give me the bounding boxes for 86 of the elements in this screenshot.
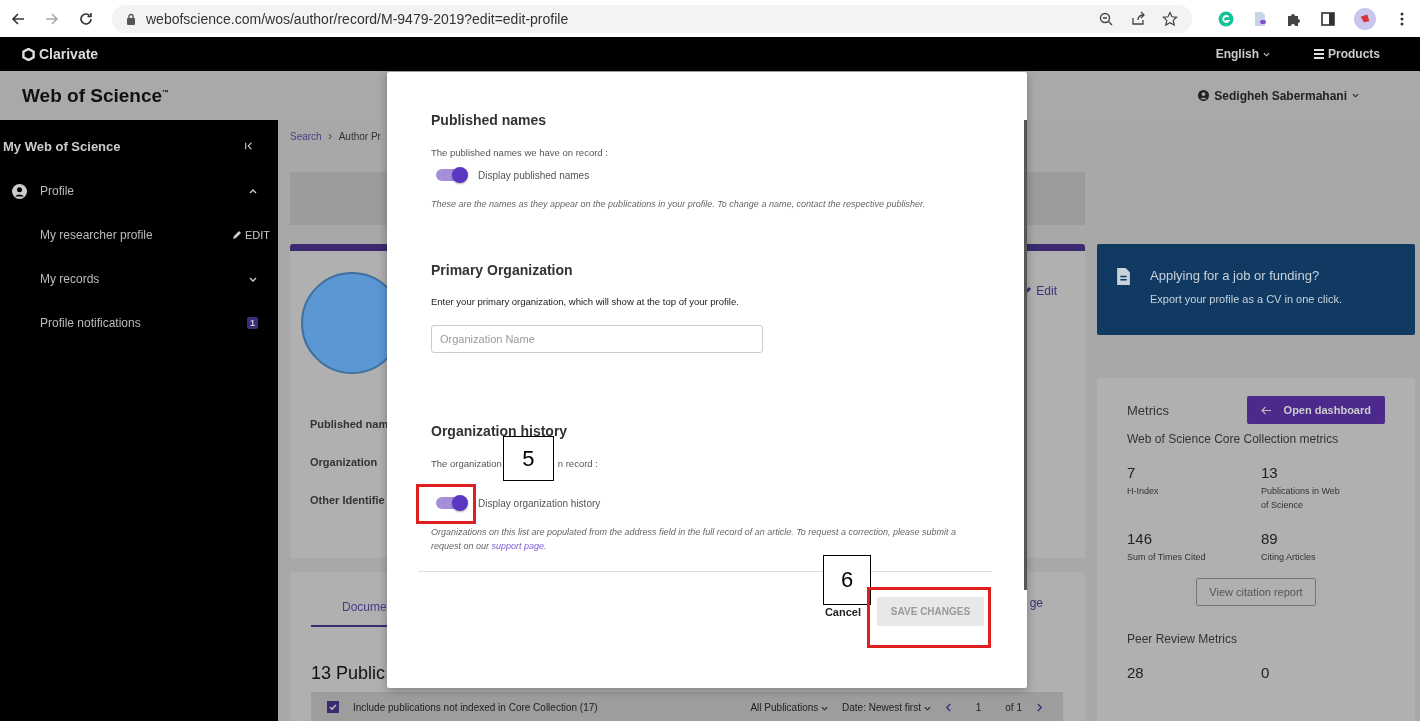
lock-icon xyxy=(126,12,136,25)
metrics-subtitle: Web of Science Core Collection metrics xyxy=(1127,432,1340,446)
edit-link[interactable]: EDIT xyxy=(231,229,270,241)
include-checkbox[interactable] xyxy=(327,701,339,713)
toggle-label: Display published names xyxy=(478,169,590,181)
section-heading: Organization history xyxy=(431,423,569,439)
chevron-icon xyxy=(327,132,333,140)
count-badge: 1 xyxy=(247,317,258,329)
metrics-title: Metrics xyxy=(1127,402,1169,418)
share-icon[interactable] xyxy=(1130,10,1146,27)
help-note: Organizations on this list are populated from the address field in the full record of an article. To request a correction, please submit a request on our support page. xyxy=(431,526,957,554)
peer-review-title: Peer Review Metrics xyxy=(1127,632,1239,646)
publications-heading: 13 Public xyxy=(311,663,387,684)
previous-page-icon[interactable] xyxy=(944,702,952,712)
profile-field-label: Other Identifie xyxy=(310,493,386,508)
metric-label: H-Index xyxy=(1127,485,1160,498)
caret-icon xyxy=(1352,93,1359,98)
pencil-icon xyxy=(231,230,242,240)
cancel-button[interactable]: Cancel xyxy=(818,605,867,619)
caret-icon xyxy=(923,705,931,711)
metric-value: 28 xyxy=(1127,664,1145,681)
organization-field[interactable]: Organization Name xyxy=(431,325,763,353)
caret-icon xyxy=(821,705,829,711)
toggle-label: Display organization history xyxy=(478,498,601,509)
user-icon xyxy=(1198,90,1210,101)
sidebar-title: My Web of Science xyxy=(3,138,121,154)
metric-value: 146 xyxy=(1127,530,1154,547)
include-label: Include publications not indexed in Core Collection (17) xyxy=(353,701,598,713)
cv-text: Export your profile as a CV in one click. xyxy=(1150,293,1342,305)
reload-icon[interactable] xyxy=(78,10,94,27)
metric-label: Sum of Times Cited xyxy=(1127,551,1207,564)
intro-text: The organization xyxy=(431,458,502,469)
page-count: of 1 xyxy=(1005,701,1022,713)
logo-icon xyxy=(22,47,35,61)
product-title[interactable]: Web of Science$^{™}$ xyxy=(22,84,170,107)
open-dashboard-button[interactable]: Open dashboard xyxy=(1246,396,1385,424)
star-icon[interactable] xyxy=(1162,10,1178,27)
breadcrumb-link[interactable]: Search xyxy=(290,130,322,142)
metric-label: Citing Articles xyxy=(1261,551,1317,564)
profile-field-label: Organization xyxy=(310,455,379,470)
sidebar-item[interactable]: My records xyxy=(40,272,248,286)
section-heading: Primary Organization xyxy=(431,262,574,278)
sidebar-item[interactable]: My researcher profile xyxy=(40,228,232,242)
sort-dropdown[interactable]: Date: Newest first xyxy=(842,701,931,713)
page-number[interactable]: 1 xyxy=(975,701,982,713)
caret-icon xyxy=(1263,51,1270,57)
back-icon[interactable] xyxy=(10,10,26,27)
menu-icon xyxy=(1314,49,1324,59)
intro-text: n record : xyxy=(557,458,598,469)
callout-number: 6 xyxy=(823,555,871,606)
metric-value: 7 xyxy=(1127,464,1137,481)
metric-label: Publications in Web of Science xyxy=(1261,485,1341,512)
avatar-icon[interactable] xyxy=(1354,7,1376,30)
cv-banner[interactable]: Applying for a job or funding? Export your profile as a CV in one click. xyxy=(1097,244,1415,335)
intro-text: Enter your primary organization, which will show at the top of your profile. xyxy=(431,296,739,307)
address-bar[interactable]: webofscience.com/wos/author/record/M-9479-2019?edit=edit-profile xyxy=(112,4,1192,33)
document-icon xyxy=(1117,268,1130,285)
arrow-icon xyxy=(1260,405,1272,415)
next-page-icon[interactable] xyxy=(1036,702,1043,712)
side-panel-icon[interactable] xyxy=(1320,10,1336,27)
zoom-out-icon[interactable] xyxy=(1098,10,1114,27)
document-extension-icon[interactable] xyxy=(1252,10,1268,27)
language-menu[interactable]: English xyxy=(1209,46,1276,62)
products-menu[interactable]: Products xyxy=(1308,46,1386,62)
sidebar-item[interactable]: Profile notifications xyxy=(40,316,247,330)
cv-title: Applying for a job or funding? xyxy=(1150,268,1321,283)
intro-text: The published names we have on record : xyxy=(431,147,608,158)
user-menu[interactable]: Sedigheh Sabermahani xyxy=(1192,87,1365,104)
citation-report-button[interactable]: View citation report xyxy=(1196,578,1316,606)
filter-dropdown[interactable]: All Publications xyxy=(750,701,829,713)
toggle-switch[interactable] xyxy=(436,497,466,510)
breadcrumb-item: Author Pr xyxy=(338,130,381,142)
help-note: These are the names as they appear on the publications in your profile. To change a name, contact the respective publisher. xyxy=(431,198,927,211)
metric-value: 13 xyxy=(1261,464,1279,481)
brand-logo[interactable]: Clarivate xyxy=(39,46,99,62)
section-heading: Published names xyxy=(431,112,548,128)
page-link[interactable]: ge xyxy=(1029,596,1043,610)
sidebar-section[interactable]: Profile xyxy=(0,181,278,201)
toggle-switch[interactable] xyxy=(436,169,466,181)
user-icon xyxy=(12,183,27,199)
metric-value: 89 xyxy=(1261,530,1279,547)
callout-number: 5 xyxy=(502,436,554,482)
metric-value: 0 xyxy=(1261,664,1271,681)
support-link[interactable]: support page. xyxy=(491,541,547,552)
chevron-icon xyxy=(248,186,258,196)
collapse-icon[interactable] xyxy=(244,141,254,151)
